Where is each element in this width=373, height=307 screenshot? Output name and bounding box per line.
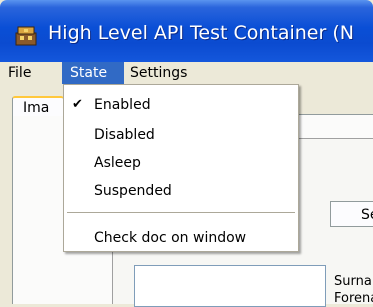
menu-bar: File State Settings bbox=[0, 62, 373, 84]
menu-settings[interactable]: Settings bbox=[126, 62, 206, 84]
menu-item-label: Check doc on window bbox=[94, 230, 247, 246]
menu-item-label: Asleep bbox=[94, 155, 141, 171]
title-bar[interactable]: High Level API Test Container (N bbox=[0, 0, 373, 62]
state-dropdown-menu: ✔ Enabled Disabled Asleep Suspended Chec… bbox=[63, 84, 299, 252]
forename-label: Forena bbox=[334, 291, 373, 306]
menu-item-check-doc-on-window[interactable]: Check doc on window bbox=[64, 226, 298, 250]
tab-image[interactable]: Ima bbox=[12, 96, 64, 116]
menu-item-label: Enabled bbox=[94, 97, 151, 113]
menu-item-disabled[interactable]: Disabled bbox=[64, 123, 298, 147]
menu-state[interactable]: State bbox=[62, 62, 124, 84]
menu-item-label: Disabled bbox=[94, 127, 155, 143]
window-title: High Level API Test Container (N bbox=[48, 22, 354, 44]
checkmark-icon: ✔ bbox=[72, 97, 83, 112]
menu-separator bbox=[67, 212, 295, 213]
list-box[interactable] bbox=[134, 265, 326, 307]
menu-item-suspended[interactable]: Suspended bbox=[64, 179, 298, 203]
menu-file[interactable]: File bbox=[4, 62, 44, 84]
menu-item-enabled[interactable]: ✔ Enabled bbox=[64, 93, 298, 117]
app-icon bbox=[15, 26, 37, 46]
sub-tab[interactable]: Se bbox=[330, 201, 373, 227]
surname-label: Surna bbox=[334, 274, 372, 289]
menu-item-label: Suspended bbox=[94, 183, 172, 199]
menu-item-asleep[interactable]: Asleep bbox=[64, 151, 298, 175]
